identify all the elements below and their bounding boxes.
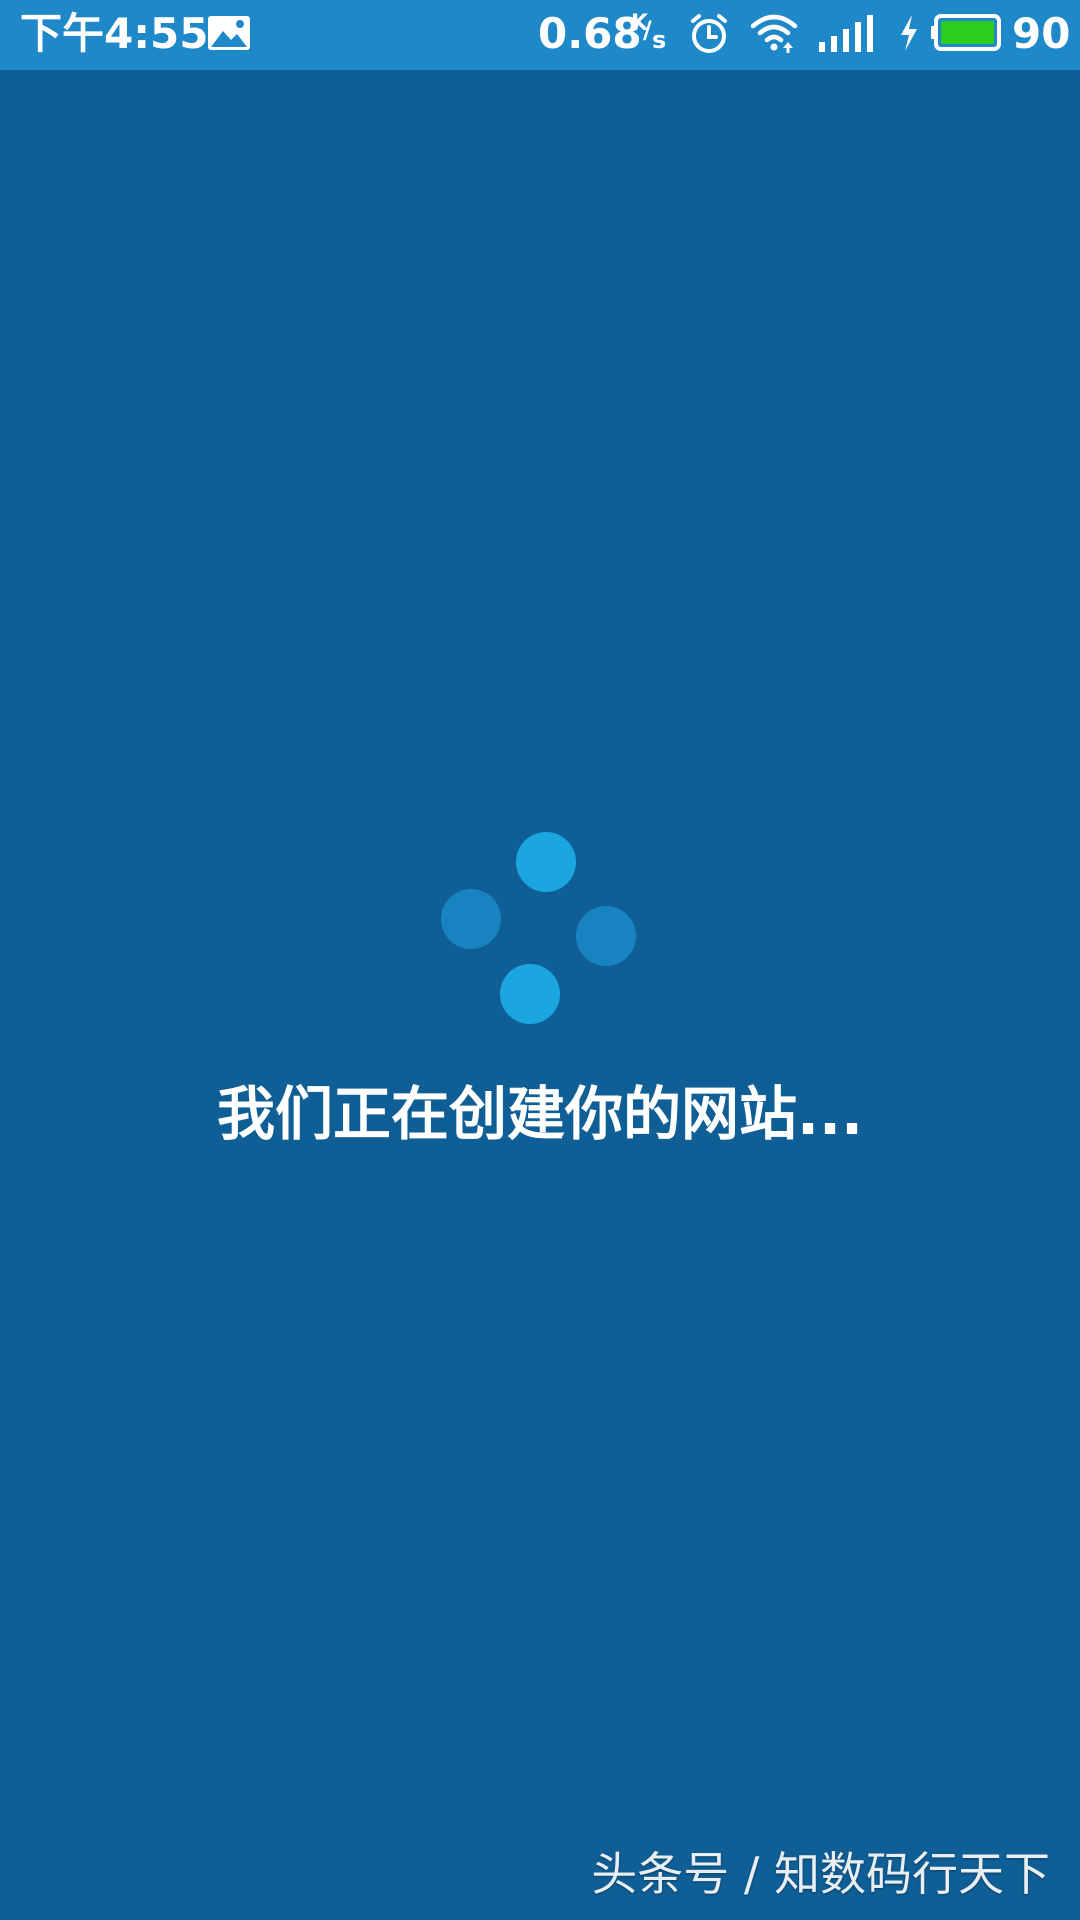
battery-percent: 90 bbox=[1012, 9, 1071, 58]
watermark-text: 头条号 / 知数码行天下 bbox=[591, 1847, 1050, 1901]
status-time: 下午4:55 bbox=[20, 9, 209, 58]
speed-unit-s: s bbox=[652, 26, 667, 54]
spinner-dot-left bbox=[441, 889, 501, 949]
status-bar: 下午4:55 0.68 K / s 90 bbox=[0, 0, 1080, 70]
loading-spinner bbox=[430, 820, 650, 1040]
speed-unit-slash: / bbox=[643, 16, 652, 44]
loading-message: 我们正在创建你的网站... bbox=[216, 1080, 864, 1148]
battery-icon bbox=[931, 14, 1001, 51]
spinner-dot-top bbox=[516, 832, 576, 892]
network-speed-value: 0.68 bbox=[538, 9, 642, 58]
network-speed-unit: K / s bbox=[631, 12, 669, 54]
charging-icon bbox=[901, 15, 917, 51]
alarm-icon bbox=[691, 14, 727, 53]
spinner-dot-bottom bbox=[500, 964, 560, 1024]
screen: 下午4:55 0.68 K / s 90 我们正在创建你的网站... 头条号 /… bbox=[0, 0, 1080, 1920]
signal-icon bbox=[819, 15, 873, 52]
gallery-icon bbox=[208, 16, 250, 50]
wifi-icon bbox=[750, 14, 798, 53]
spinner-dot-right bbox=[576, 906, 636, 966]
